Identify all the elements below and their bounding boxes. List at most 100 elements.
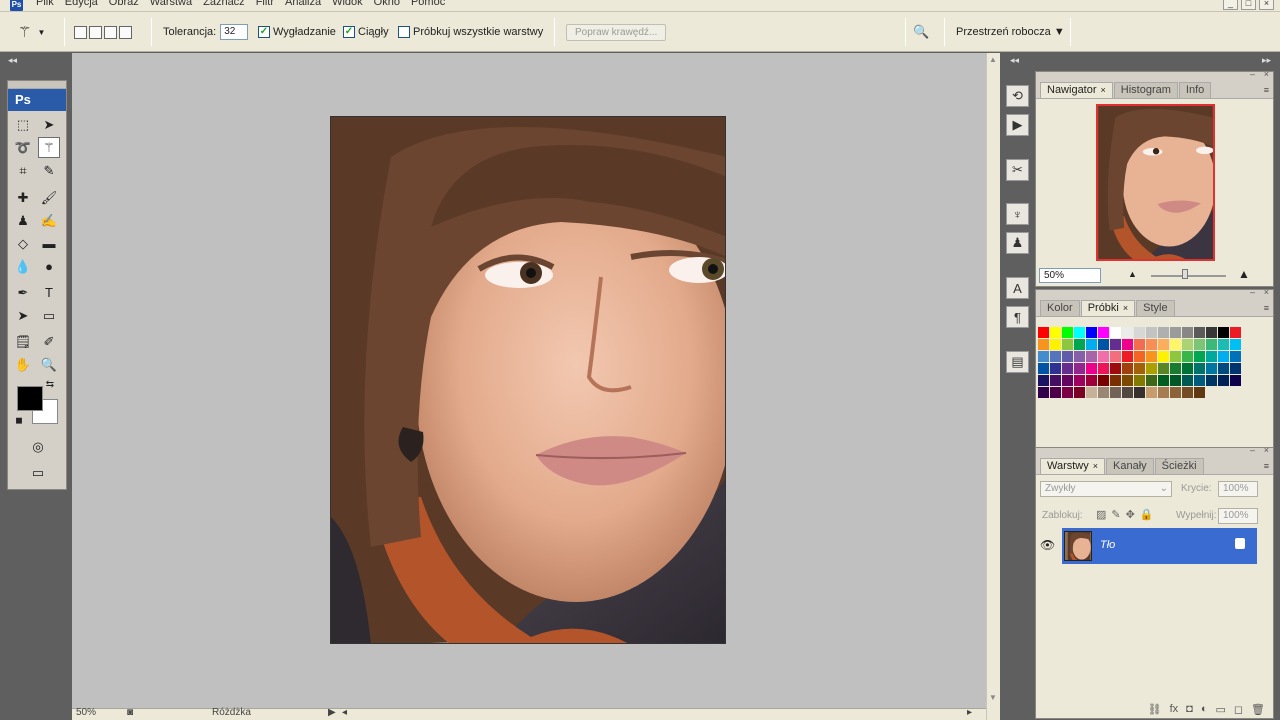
swatch-15[interactable] [1218, 327, 1229, 338]
swatch-52[interactable] [1050, 363, 1061, 374]
brush-tool-icon[interactable]: 🖌 [38, 187, 60, 208]
swatch-68[interactable] [1038, 375, 1049, 386]
swatch-2[interactable] [1062, 327, 1073, 338]
intersect-selection-icon[interactable] [119, 25, 132, 39]
tab-histogram[interactable]: Histogram [1113, 82, 1178, 98]
tab-swatches[interactable]: Próbki × [1080, 300, 1136, 316]
swatch-80[interactable] [1182, 375, 1193, 386]
shape-tool-icon[interactable]: ▭ [38, 305, 60, 326]
swatch-60[interactable] [1146, 363, 1157, 374]
swatch-54[interactable] [1074, 363, 1085, 374]
swatch-1[interactable] [1050, 327, 1061, 338]
tab-color[interactable]: Kolor [1040, 300, 1080, 316]
swatch-78[interactable] [1158, 375, 1169, 386]
swatch-93[interactable] [1134, 387, 1145, 398]
swatch-65[interactable] [1206, 363, 1217, 374]
swatch-41[interactable] [1122, 351, 1133, 362]
sample-all-layers-checkbox[interactable]: Próbkuj wszystkie warstwy [398, 12, 543, 52]
history-panel-icon[interactable]: ⟲ [1006, 85, 1029, 107]
swatch-95[interactable] [1158, 387, 1169, 398]
link-layers-icon[interactable]: ⛓ [1148, 703, 1162, 716]
tab-styles[interactable]: Style [1136, 300, 1175, 316]
swatch-57[interactable] [1110, 363, 1121, 374]
character-panel-icon[interactable]: A [1006, 277, 1029, 299]
swatch-19[interactable] [1062, 339, 1073, 350]
workspace-menu[interactable]: Przestrzeń robocza ▼ [956, 26, 1065, 38]
swatch-9[interactable] [1146, 327, 1157, 338]
adjustment-layer-icon[interactable]: ◐ [1201, 703, 1208, 716]
contiguous-checkbox[interactable]: ✓ Ciągły [343, 12, 389, 52]
swatch-76[interactable] [1134, 375, 1145, 386]
slice-tool-icon[interactable]: ✎ [38, 160, 60, 181]
status-zoom[interactable]: 50% [76, 707, 96, 718]
move-tool-icon[interactable]: ➤ [38, 114, 60, 135]
sample-all-layers-check[interactable] [398, 26, 410, 38]
refine-edge-button[interactable]: Popraw krawędź... [566, 23, 667, 41]
swatch-35[interactable] [1050, 351, 1061, 362]
screen-mode-icon[interactable]: ▭ [27, 462, 49, 483]
bridge-button[interactable]: 🔍 [913, 12, 929, 52]
swatch-36[interactable] [1062, 351, 1073, 362]
swatch-11[interactable] [1170, 327, 1181, 338]
magic-wand-tool-icon[interactable]: ⚚ [38, 137, 60, 158]
swatch-71[interactable] [1074, 375, 1085, 386]
swatch-12[interactable] [1182, 327, 1193, 338]
swatch-75[interactable] [1122, 375, 1133, 386]
swatch-22[interactable] [1098, 339, 1109, 350]
swatch-61[interactable] [1158, 363, 1169, 374]
notes-tool-icon[interactable]: 🗒 [12, 331, 34, 352]
swatch-64[interactable] [1194, 363, 1205, 374]
swatch-39[interactable] [1098, 351, 1109, 362]
blend-mode-select[interactable]: Zwykły ⌄ [1040, 481, 1172, 497]
tab-info[interactable]: Info [1178, 82, 1212, 98]
zoom-out-icon[interactable]: ▲ [1128, 269, 1137, 279]
swatch-81[interactable] [1194, 375, 1205, 386]
swatch-84[interactable] [1230, 375, 1241, 386]
swatch-90[interactable] [1098, 387, 1109, 398]
layer-visibility-eye-icon[interactable]: 👁 [1040, 538, 1056, 552]
healing-brush-icon[interactable]: ✚ [12, 187, 34, 208]
swatch-24[interactable] [1122, 339, 1133, 350]
swatch-69[interactable] [1050, 375, 1061, 386]
actions-panel-icon[interactable]: ▶ [1006, 114, 1029, 136]
swatch-91[interactable] [1110, 387, 1121, 398]
swatch-26[interactable] [1146, 339, 1157, 350]
swatch-13[interactable] [1194, 327, 1205, 338]
layer-style-icon[interactable]: fx [1170, 703, 1179, 716]
swatch-51[interactable] [1038, 363, 1049, 374]
opacity-input[interactable]: 100% [1218, 481, 1258, 497]
type-tool-icon[interactable]: T [38, 282, 60, 303]
swatch-92[interactable] [1122, 387, 1133, 398]
tab-channels[interactable]: Kanały [1106, 458, 1154, 474]
zoom-in-icon[interactable]: ▲ [1238, 267, 1250, 281]
tab-navigator[interactable]: Nawigator × [1040, 82, 1113, 98]
pen-tool-icon[interactable]: ✒ [12, 282, 34, 303]
swatch-34[interactable] [1038, 351, 1049, 362]
tab-paths[interactable]: Ścieżki [1154, 458, 1204, 474]
quick-mask-icon[interactable]: ◎ [27, 436, 49, 457]
swatch-73[interactable] [1098, 375, 1109, 386]
menu-item-8[interactable]: Okno [369, 0, 406, 8]
blur-tool-icon[interactable]: 💧 [12, 256, 34, 277]
swatch-96[interactable] [1170, 387, 1181, 398]
dodge-tool-icon[interactable]: ● [38, 256, 60, 277]
swatch-48[interactable] [1206, 351, 1217, 362]
swatch-23[interactable] [1110, 339, 1121, 350]
crop-tool-icon[interactable]: ⌗ [12, 160, 34, 181]
marquee-tool-icon[interactable]: ⬚ [12, 114, 34, 135]
swatch-10[interactable] [1158, 327, 1169, 338]
eyedropper-tool-icon[interactable]: ✐ [38, 331, 60, 352]
antialias-check[interactable]: ✓ [258, 26, 270, 38]
swatch-20[interactable] [1074, 339, 1085, 350]
swatch-79[interactable] [1170, 375, 1181, 386]
swatch-82[interactable] [1206, 375, 1217, 386]
clone-source-icon[interactable]: ♟ [1006, 232, 1029, 254]
panel-menu-icon[interactable]: ≡ [1264, 85, 1269, 95]
swatch-63[interactable] [1182, 363, 1193, 374]
tool-presets-icon[interactable]: ✂ [1006, 159, 1029, 181]
swatch-38[interactable] [1086, 351, 1097, 362]
swatch-16[interactable] [1230, 327, 1241, 338]
swatch-72[interactable] [1086, 375, 1097, 386]
swatch-50[interactable] [1230, 351, 1241, 362]
menu-item-9[interactable]: Pomoc [406, 0, 451, 8]
